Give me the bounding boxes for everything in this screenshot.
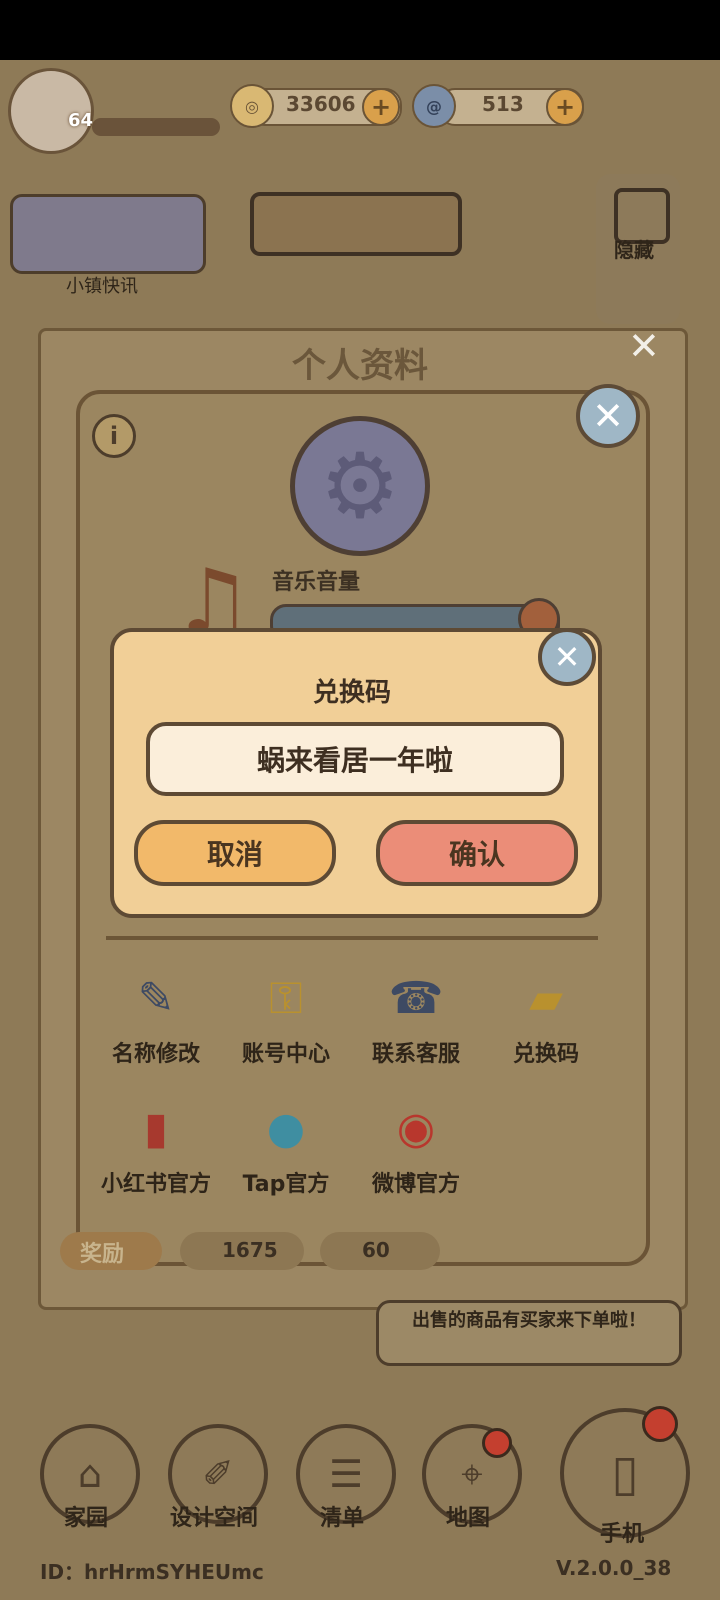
menu-tap[interactable]: Tap官方	[216, 1166, 356, 1198]
town-news-banner[interactable]	[10, 194, 206, 274]
redeem-code-input[interactable]: 蜗来看居一年啦	[146, 722, 564, 796]
event-banner[interactable]	[250, 192, 462, 256]
version-label: V.2.0.0_38	[556, 1556, 672, 1580]
music-volume-label: 音乐音量	[272, 570, 361, 595]
nav-phone[interactable]: 手机	[562, 1516, 682, 1548]
nav-design[interactable]: 设计空间	[154, 1500, 274, 1532]
weibo-icon[interactable]: ◉	[370, 1090, 462, 1166]
pencil-icon[interactable]: ✎	[110, 960, 202, 1036]
gem-icon: @	[412, 84, 456, 128]
settings-close-button[interactable]: ✕	[576, 384, 640, 448]
nav-map[interactable]: 地图	[408, 1500, 528, 1532]
panel-close-icon[interactable]: ✕	[628, 324, 660, 368]
coin-icon: ◎	[230, 84, 274, 128]
redeem-title: 兑换码	[312, 678, 391, 708]
tap-icon[interactable]: ●	[240, 1090, 332, 1166]
info-icon[interactable]: i	[92, 414, 136, 458]
xp-bar	[92, 118, 220, 136]
hide-label: 隐藏	[614, 238, 654, 262]
cancel-button[interactable]: 取消	[134, 820, 336, 886]
reward-label: 奖励	[80, 1242, 125, 1267]
gear-icon: ⚙	[290, 416, 430, 556]
coin-value: 33606	[286, 92, 356, 116]
gem-value: 513	[482, 92, 524, 116]
add-coins-button[interactable]: +	[362, 88, 400, 126]
headset-icon[interactable]: ☎	[370, 960, 462, 1036]
nav-list[interactable]: 清单	[282, 1500, 402, 1532]
player-level: 64	[68, 110, 94, 131]
phone-notification-dot	[642, 1406, 678, 1442]
confirm-button[interactable]: 确认	[376, 820, 578, 886]
menu-weibo[interactable]: 微博官方	[346, 1166, 486, 1198]
add-gems-button[interactable]: +	[546, 88, 584, 126]
town-news-label: 小镇快讯	[66, 276, 138, 297]
order-toast: 出售的商品有买家来下单啦！	[376, 1300, 682, 1366]
player-id: ID：hrHrmSYHEUmc	[40, 1560, 264, 1584]
red-book-icon[interactable]: ▮	[110, 1090, 202, 1166]
reward-gems: 60	[362, 1238, 390, 1262]
menu-account[interactable]: 账号中心	[216, 1036, 356, 1068]
menu-support[interactable]: 联系客服	[346, 1036, 486, 1068]
nav-home[interactable]: 家园	[26, 1500, 146, 1532]
menu-rename[interactable]: 名称修改	[86, 1036, 226, 1068]
map-notification-dot	[482, 1428, 512, 1458]
menu-redeem[interactable]: 兑换码	[476, 1036, 616, 1068]
reward-coins: 1675	[222, 1238, 278, 1262]
menu-divider	[106, 936, 598, 940]
profile-title: 个人资料	[292, 346, 428, 386]
game-screen: 64 ◎ 33606 + @ 513 + 小镇快讯 隐藏 个人资料 ✕ ✕ i …	[0, 60, 720, 1600]
menu-xiaohongshu[interactable]: 小红书官方	[86, 1166, 226, 1198]
ticket-icon[interactable]: ▰	[500, 960, 592, 1036]
key-icon[interactable]: ⚿	[240, 960, 332, 1036]
